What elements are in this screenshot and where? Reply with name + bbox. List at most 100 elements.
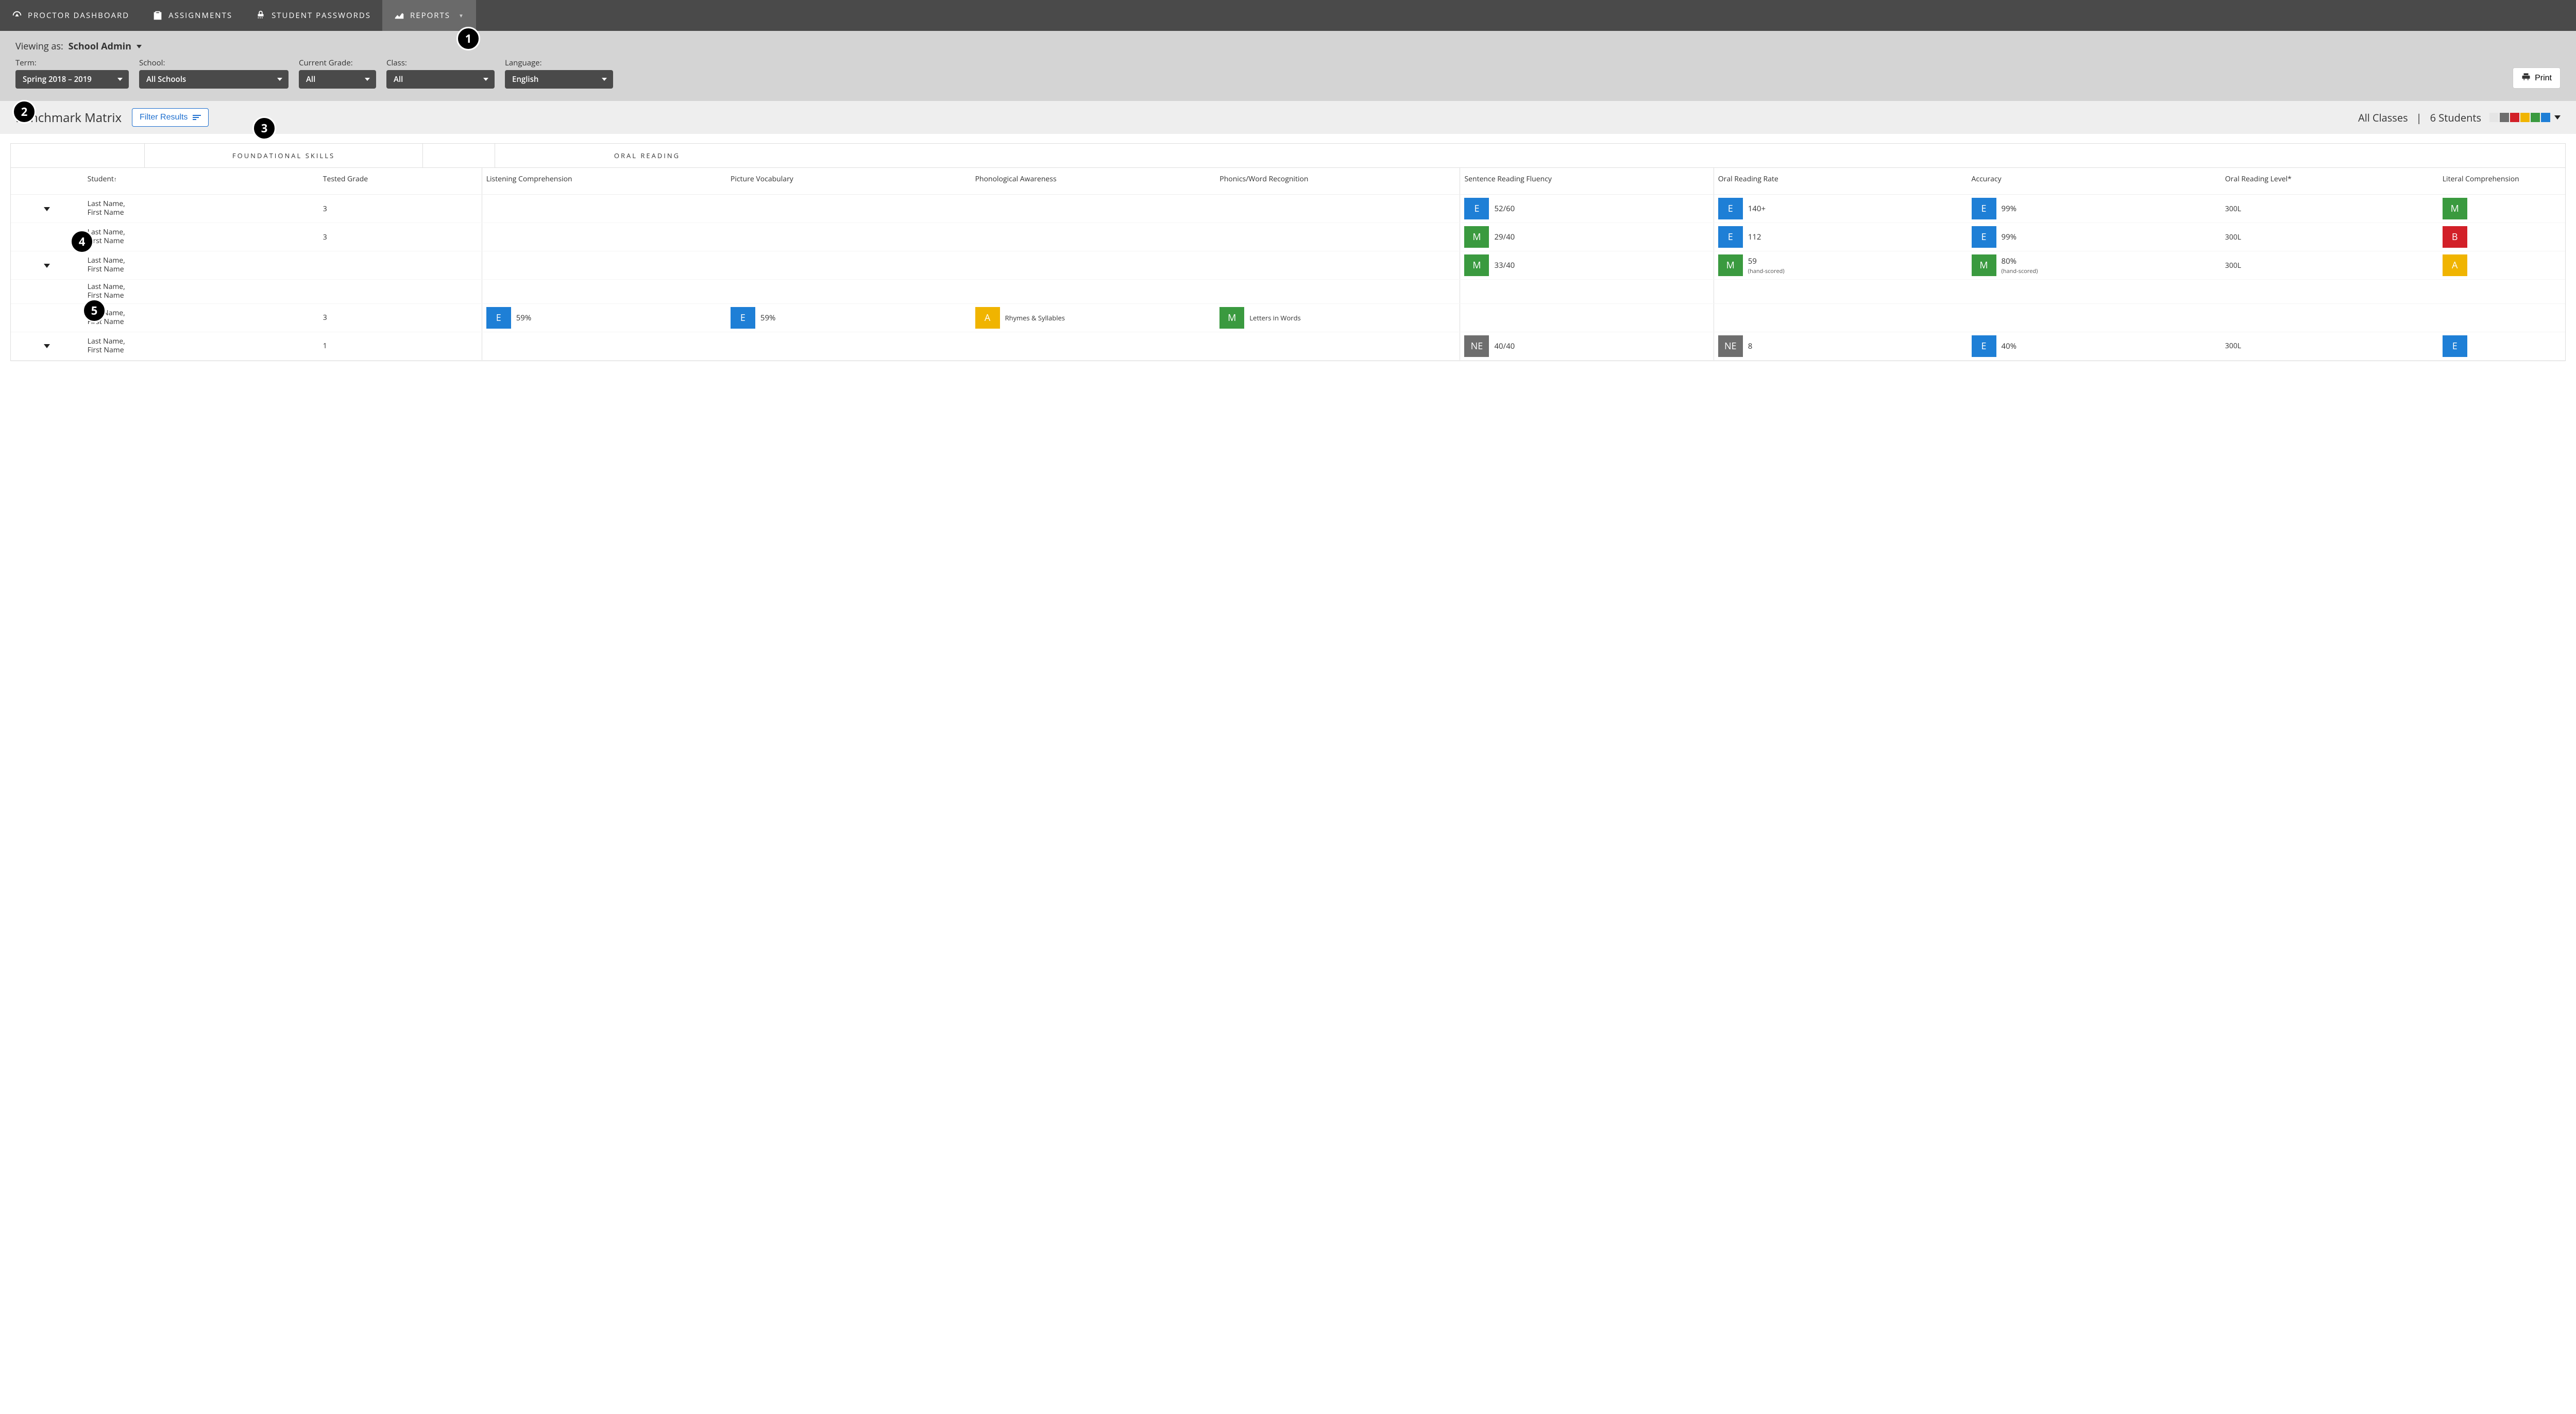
printer-icon [2521, 72, 2531, 84]
term-value: Spring 2018 – 2019 [23, 74, 92, 84]
callout-4: 4 [70, 230, 94, 253]
benchmark-matrix-table: FOUNDATIONAL SKILLS ORAL READING Student… [10, 143, 2566, 361]
cell-value: 112 [1748, 232, 1761, 242]
expand-icon[interactable] [44, 344, 50, 348]
class-value: All [394, 74, 403, 84]
print-button[interactable]: Print [2513, 67, 2561, 89]
table-row: Last Name,First Name1NE40/40NE8E40%300LE [11, 332, 2565, 360]
gauge-icon [11, 10, 23, 21]
nav-student-passwords[interactable]: STUDENT PASSWORDS [244, 0, 382, 31]
nav-proctor-dashboard[interactable]: PROCTOR DASHBOARD [0, 0, 141, 31]
col-student[interactable]: Student↑ [83, 168, 319, 195]
summary-classes: All Classes [2358, 111, 2408, 125]
legend-swatch [2489, 113, 2499, 122]
student-name[interactable]: Last Name,First Name [83, 303, 319, 332]
col-picture[interactable]: Picture Vocabulary [726, 168, 971, 195]
table-row: Last Name,First Name3M29/40E112E99%300LB [11, 223, 2565, 251]
nav-reports[interactable]: REPORTS ▼ [382, 0, 476, 31]
expand-icon[interactable] [44, 207, 50, 211]
col-phonics[interactable]: Phonics/Word Recognition [1215, 168, 1460, 195]
filter-results-button[interactable]: Filter Results [132, 108, 209, 127]
language-value: English [512, 74, 538, 84]
expand-icon[interactable] [44, 264, 50, 268]
tested-grade [319, 251, 482, 280]
orl-value: 300L [2221, 223, 2438, 251]
perf-badge: M [1464, 254, 1489, 276]
cell-value: 29/40 [1494, 232, 1515, 242]
chevron-down-icon: ▼ [459, 12, 465, 19]
legend-swatches[interactable] [2489, 113, 2561, 122]
student-name[interactable]: Last Name,First Name [83, 332, 319, 360]
tested-grade: 1 [319, 332, 482, 360]
class-label: Class: [386, 58, 495, 68]
chevron-down-icon [117, 78, 123, 81]
callout-5: 5 [82, 299, 106, 322]
perf-badge: E [2443, 335, 2467, 357]
col-srf[interactable]: Sentence Reading Fluency [1460, 168, 1714, 195]
tested-grade: 3 [319, 195, 482, 223]
legend-swatch [2510, 113, 2519, 122]
student-name[interactable]: Last Name,First Name [83, 223, 319, 251]
viewing-as[interactable]: Viewing as: School Admin [15, 40, 2561, 53]
nav-assignments[interactable]: ASSIGNMENTS [141, 0, 244, 31]
perf-badge: E [486, 307, 511, 329]
table-row: Last Name,First Name [11, 280, 2565, 304]
orl-value: 300L [2221, 332, 2438, 360]
callout-1: 1 [456, 27, 480, 50]
language-label: Language: [505, 58, 613, 68]
cell-value: 99% [2002, 203, 2017, 214]
grade-label: Current Grade: [299, 58, 376, 68]
chevron-down-icon [602, 78, 607, 81]
viewing-as-role: School Admin [69, 40, 131, 53]
orl-value: 300L [2221, 195, 2438, 223]
cell-value: 59(hand-scored) [1748, 256, 1785, 275]
perf-badge: M [2443, 198, 2467, 219]
tested-grade: 3 [319, 303, 482, 332]
lock-icon [255, 10, 266, 21]
col-orl[interactable]: Oral Reading Level* [2221, 168, 2438, 195]
tested-grade [319, 280, 482, 304]
nav-label: STUDENT PASSWORDS [272, 10, 371, 21]
nav-label: ASSIGNMENTS [168, 10, 232, 21]
col-phonological[interactable]: Phonological Awareness [971, 168, 1216, 195]
student-name[interactable]: Last Name,First Name [83, 251, 319, 280]
col-listening[interactable]: Listening Comprehension [482, 168, 726, 195]
table-row: Last Name,First Name3E52/60E140+E99%300L… [11, 195, 2565, 223]
callout-3: 3 [252, 116, 276, 140]
filter-bar: Viewing as: School Admin Term: Spring 20… [0, 31, 2576, 101]
term-select[interactable]: Spring 2018 – 2019 [15, 70, 129, 89]
student-name[interactable]: Last Name,First Name [83, 280, 319, 304]
filter-icon [193, 115, 201, 120]
grade-select[interactable]: All [299, 70, 376, 89]
perf-badge: E [1972, 198, 1996, 219]
cell-value: 140+ [1748, 203, 1766, 214]
top-nav: PROCTOR DASHBOARD ASSIGNMENTS STUDENT PA… [0, 0, 2576, 31]
sort-asc-icon: ↑ [114, 175, 117, 183]
language-select[interactable]: English [505, 70, 613, 89]
col-tested-grade[interactable]: Tested Grade [319, 168, 482, 195]
cell-value: 40% [2002, 341, 2017, 351]
cell-value: 80%(hand-scored) [2002, 256, 2038, 275]
summary-students: 6 Students [2430, 111, 2481, 125]
student-name[interactable]: Last Name,First Name [83, 195, 319, 223]
chevron-down-icon [277, 78, 282, 81]
grade-value: All [306, 74, 315, 84]
chevron-down-icon [483, 78, 488, 81]
orl-value [2221, 280, 2438, 304]
perf-badge: A [975, 307, 1000, 329]
school-select[interactable]: All Schools [139, 70, 289, 89]
perf-badge: E [1718, 198, 1743, 219]
col-accuracy[interactable]: Accuracy [1968, 168, 2221, 195]
perf-badge: M [1972, 254, 1996, 276]
col-orr[interactable]: Oral Reading Rate [1714, 168, 1967, 195]
callout-2: 2 [12, 100, 36, 124]
col-literal[interactable]: Literal Comprehension [2438, 168, 2565, 195]
perf-badge: M [1219, 307, 1244, 329]
table-row: Last Name,First Name3E59%E59%ARhymes & S… [11, 303, 2565, 332]
table-row: Last Name,First NameM33/40M59(hand-score… [11, 251, 2565, 280]
chevron-down-icon [2554, 115, 2561, 120]
nav-label: PROCTOR DASHBOARD [28, 10, 129, 21]
title-bar: Benchmark Matrix Filter Results All Clas… [0, 101, 2576, 134]
perf-badge: E [1718, 226, 1743, 248]
class-select[interactable]: All [386, 70, 495, 89]
